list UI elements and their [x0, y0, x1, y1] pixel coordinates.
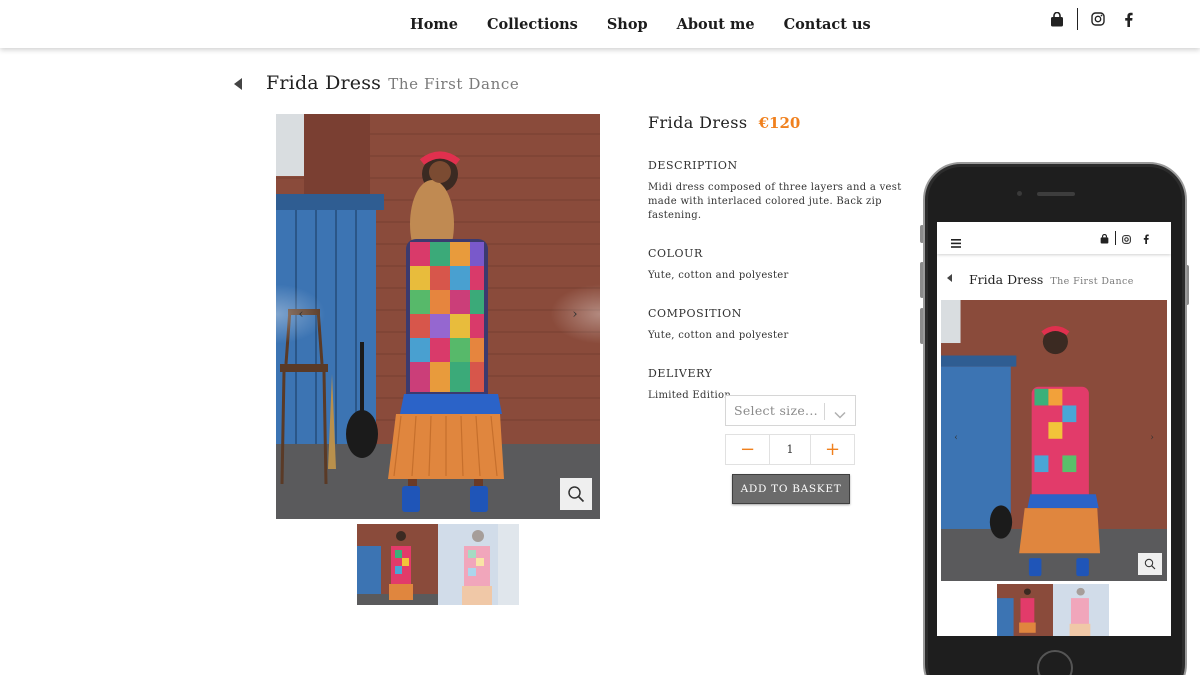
thumbnail-1[interactable] [357, 524, 438, 605]
quantity-decrease-button[interactable]: − [726, 435, 769, 464]
mobile-collection-subtitle: The First Dance [1050, 276, 1134, 287]
mobile-carousel-prev-button[interactable]: ‹ [941, 418, 971, 458]
mobile-zoom-button[interactable] [1138, 553, 1162, 575]
quantity-stepper: − 1 + [725, 434, 855, 465]
thumbnail-2[interactable] [438, 524, 519, 605]
top-navigation-bar: Home Collections Shop About me Contact u… [0, 0, 1200, 48]
delivery-heading: DELIVERY [648, 367, 713, 380]
mobile-header-icons [1100, 230, 1149, 246]
carousel-prev-button[interactable]: ‹ [276, 284, 326, 344]
product-main-image[interactable]: ‹ › [276, 114, 600, 519]
product-details: Frida Dress €120 DESCRIPTION Midi dress … [648, 113, 928, 403]
page-title: Frida Dress The First Dance [266, 72, 519, 94]
description-heading: DESCRIPTION [648, 159, 738, 172]
magnifier-icon [568, 486, 585, 503]
mobile-header-divider [1115, 231, 1116, 245]
product-name: Frida Dress [648, 113, 748, 132]
mobile-product-image[interactable]: ‹ › [941, 300, 1167, 581]
thumbnail-strip [357, 524, 519, 605]
product-title: Frida Dress [266, 72, 382, 94]
composition-heading: COMPOSITION [648, 307, 742, 320]
facebook-icon[interactable] [1119, 9, 1137, 29]
select-divider [824, 403, 825, 420]
add-to-basket-button[interactable]: ADD TO BASKET [732, 474, 850, 504]
header-icons [1048, 8, 1137, 30]
phone-speaker [1037, 192, 1075, 196]
nav-collections[interactable]: Collections [487, 16, 578, 33]
mobile-carousel-next-button[interactable]: › [1137, 418, 1167, 458]
description-text: Midi dress composed of three layers and … [648, 182, 902, 221]
mobile-product-photo [941, 300, 1167, 581]
shopping-bag-icon[interactable] [1048, 9, 1066, 29]
colour-text: Yute, cotton and polyester [648, 270, 789, 281]
carousel-next-button[interactable]: › [550, 284, 600, 344]
mobile-page-title: Frida Dress The First Dance [969, 269, 1134, 288]
size-select-placeholder: Select size... [734, 403, 818, 418]
composition-text: Yute, cotton and polyester [648, 330, 789, 341]
main-nav: Home Collections Shop About me Contact u… [410, 16, 871, 33]
nav-contact-us[interactable]: Contact us [784, 16, 871, 33]
quantity-input[interactable]: 1 [769, 435, 811, 464]
chevron-down-icon [834, 405, 846, 424]
instagram-icon[interactable] [1122, 229, 1131, 248]
phone-home-button [1037, 650, 1073, 675]
phone-screen: Frida Dress The First Dance ‹ › [937, 222, 1171, 636]
back-arrow-icon[interactable] [234, 78, 242, 90]
mobile-thumbnail-2[interactable] [1053, 584, 1109, 636]
product-price: €120 [758, 114, 801, 132]
quantity-increase-button[interactable]: + [811, 435, 854, 464]
mobile-product-title: Frida Dress [969, 272, 1044, 287]
mobile-thumbnail-1[interactable] [997, 584, 1053, 636]
size-select[interactable]: Select size... [725, 395, 856, 426]
header-divider [1077, 8, 1078, 30]
mobile-header [937, 222, 1171, 254]
colour-heading: COLOUR [648, 247, 703, 260]
collection-subtitle: The First Dance [388, 75, 520, 93]
nav-shop[interactable]: Shop [607, 16, 648, 33]
zoom-button[interactable] [560, 478, 592, 510]
hamburger-icon[interactable] [951, 233, 961, 252]
mobile-thumbnail-strip [997, 584, 1109, 636]
shopping-bag-icon[interactable] [1100, 229, 1109, 248]
mobile-back-arrow-icon[interactable] [947, 274, 952, 282]
nav-home[interactable]: Home [410, 16, 458, 33]
magnifier-icon [1144, 558, 1156, 570]
phone-camera [1017, 191, 1022, 196]
nav-about-me[interactable]: About me [677, 16, 755, 33]
instagram-icon[interactable] [1089, 9, 1107, 29]
facebook-icon[interactable] [1143, 229, 1149, 248]
